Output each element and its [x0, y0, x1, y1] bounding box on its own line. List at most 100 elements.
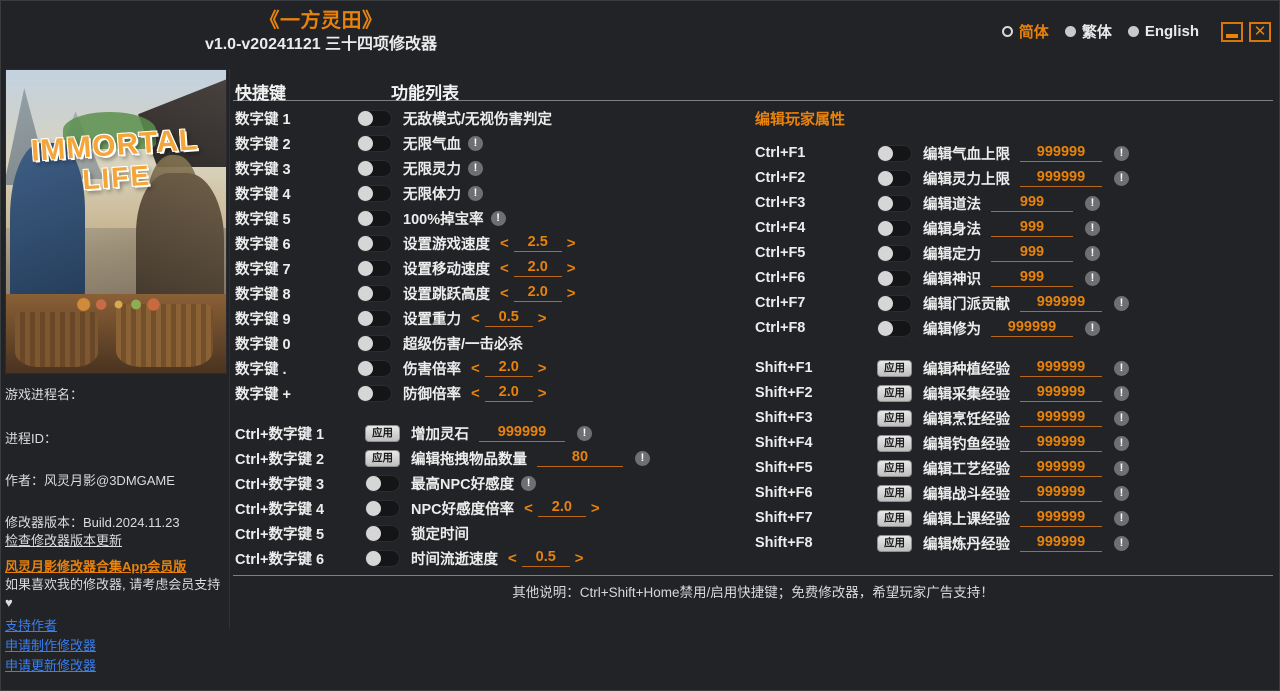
value-input[interactable]: 999999 — [1020, 409, 1102, 427]
warning-icon[interactable]: ! — [1114, 145, 1129, 161]
warning-icon[interactable]: ! — [635, 450, 650, 466]
warning-icon[interactable]: ! — [1114, 410, 1129, 426]
stepper-value-input[interactable]: 2.5 — [513, 234, 562, 252]
warning-icon[interactable]: ! — [468, 185, 483, 201]
value-input[interactable]: 999999 — [1020, 534, 1102, 552]
warning-icon[interactable]: ! — [1114, 460, 1129, 476]
toggle-switch[interactable] — [877, 169, 912, 187]
warning-icon[interactable]: ! — [1114, 485, 1129, 501]
value-input[interactable]: 999999 — [479, 424, 565, 442]
toggle-switch[interactable] — [357, 109, 392, 127]
stepper-increment-arrow[interactable]: > — [589, 500, 602, 517]
apply-button[interactable]: 应用 — [877, 484, 912, 502]
toggle-switch[interactable] — [877, 319, 912, 337]
value-input[interactable]: 999999 — [1020, 294, 1102, 312]
warning-icon[interactable]: ! — [1085, 270, 1100, 286]
stepper-value-input[interactable]: 2.0 — [484, 384, 533, 402]
warning-icon[interactable]: ! — [1085, 245, 1100, 261]
value-input[interactable]: 999 — [991, 244, 1073, 262]
toggle-switch[interactable] — [357, 259, 392, 277]
warning-icon[interactable]: ! — [1114, 360, 1129, 376]
warning-icon[interactable]: ! — [1114, 295, 1129, 311]
lang-option-traditional[interactable]: 繁体 — [1064, 21, 1112, 42]
stepper-decrement-arrow[interactable]: < — [498, 235, 511, 252]
warning-icon[interactable]: ! — [1114, 435, 1129, 451]
toggle-switch[interactable] — [357, 234, 392, 252]
warning-icon[interactable]: ! — [1085, 195, 1100, 211]
toggle-switch[interactable] — [365, 474, 400, 492]
apply-button[interactable]: 应用 — [365, 449, 400, 467]
stepper-increment-arrow[interactable]: > — [565, 235, 578, 252]
toggle-switch[interactable] — [357, 159, 392, 177]
warning-icon[interactable]: ! — [1085, 220, 1100, 236]
warning-icon[interactable]: ! — [468, 160, 483, 176]
apply-button[interactable]: 应用 — [877, 534, 912, 552]
apply-button[interactable]: 应用 — [877, 509, 912, 527]
toggle-switch[interactable] — [357, 184, 392, 202]
stepper-value-input[interactable]: 0.5 — [521, 549, 570, 567]
toggle-switch[interactable] — [877, 269, 912, 287]
stepper-decrement-arrow[interactable]: < — [498, 260, 511, 277]
toggle-switch[interactable] — [357, 284, 392, 302]
lang-option-simplified[interactable]: 简体 — [1001, 21, 1049, 42]
toggle-switch[interactable] — [877, 144, 912, 162]
stepper-value-input[interactable]: 0.5 — [484, 309, 533, 327]
close-button[interactable]: ✕ — [1249, 21, 1271, 42]
value-input[interactable]: 999 — [991, 194, 1073, 212]
warning-icon[interactable]: ! — [1114, 535, 1129, 551]
toggle-switch[interactable] — [357, 134, 392, 152]
warning-icon[interactable]: ! — [1085, 320, 1100, 336]
toggle-switch[interactable] — [877, 219, 912, 237]
stepper-value-input[interactable]: 2.0 — [537, 499, 586, 517]
warning-icon[interactable]: ! — [1114, 510, 1129, 526]
apply-button[interactable]: 应用 — [877, 384, 912, 402]
stepper-value-input[interactable]: 2.0 — [513, 259, 562, 277]
stepper-increment-arrow[interactable]: > — [573, 550, 586, 567]
warning-icon[interactable]: ! — [577, 425, 592, 441]
apply-button[interactable]: 应用 — [877, 359, 912, 377]
radio-icon-traditional[interactable] — [1064, 26, 1076, 37]
link-request-trainer[interactable]: 申请制作修改器 — [5, 636, 227, 656]
value-input[interactable]: 999999 — [1020, 459, 1102, 477]
value-input[interactable]: 999999 — [1020, 169, 1102, 187]
warning-icon[interactable]: ! — [490, 210, 506, 226]
stepper-decrement-arrow[interactable]: < — [522, 500, 535, 517]
toggle-switch[interactable] — [877, 194, 912, 212]
toggle-switch[interactable] — [357, 309, 392, 327]
value-input[interactable]: 999 — [991, 269, 1073, 287]
toggle-switch[interactable] — [877, 244, 912, 262]
apply-button[interactable]: 应用 — [877, 434, 912, 452]
lang-option-english[interactable]: English — [1127, 23, 1199, 40]
radio-icon-simplified[interactable] — [1001, 26, 1013, 37]
check-update-link[interactable]: 检查修改器版本更新 — [5, 532, 227, 550]
link-support-author[interactable]: 支持作者 — [5, 616, 227, 636]
value-input[interactable]: 999999 — [1020, 359, 1102, 377]
warning-icon[interactable]: ! — [1114, 385, 1129, 401]
radio-icon-english[interactable] — [1127, 26, 1139, 37]
stepper-increment-arrow[interactable]: > — [536, 385, 549, 402]
stepper-decrement-arrow[interactable]: < — [469, 310, 482, 327]
apply-button[interactable]: 应用 — [877, 459, 912, 477]
stepper-value-input[interactable]: 2.0 — [484, 359, 533, 377]
stepper-increment-arrow[interactable]: > — [565, 285, 578, 302]
value-input[interactable]: 999999 — [1020, 509, 1102, 527]
stepper-value-input[interactable]: 2.0 — [513, 284, 562, 302]
toggle-switch[interactable] — [365, 499, 400, 517]
stepper-decrement-arrow[interactable]: < — [498, 285, 511, 302]
stepper-increment-arrow[interactable]: > — [536, 310, 549, 327]
value-input[interactable]: 999 — [991, 219, 1073, 237]
value-input[interactable]: 999999 — [1020, 434, 1102, 452]
value-input[interactable]: 80 — [537, 449, 623, 467]
value-input[interactable]: 999999 — [1020, 384, 1102, 402]
toggle-switch[interactable] — [357, 384, 392, 402]
value-input[interactable]: 999999 — [991, 319, 1073, 337]
stepper-decrement-arrow[interactable]: < — [469, 360, 482, 377]
minimize-button[interactable] — [1221, 21, 1243, 42]
toggle-switch[interactable] — [365, 524, 400, 542]
link-request-update[interactable]: 申请更新修改器 — [5, 656, 227, 676]
apply-button[interactable]: 应用 — [365, 424, 400, 442]
toggle-switch[interactable] — [365, 549, 400, 567]
warning-icon[interactable]: ! — [521, 475, 537, 491]
stepper-decrement-arrow[interactable]: < — [506, 550, 519, 567]
toggle-switch[interactable] — [877, 294, 912, 312]
